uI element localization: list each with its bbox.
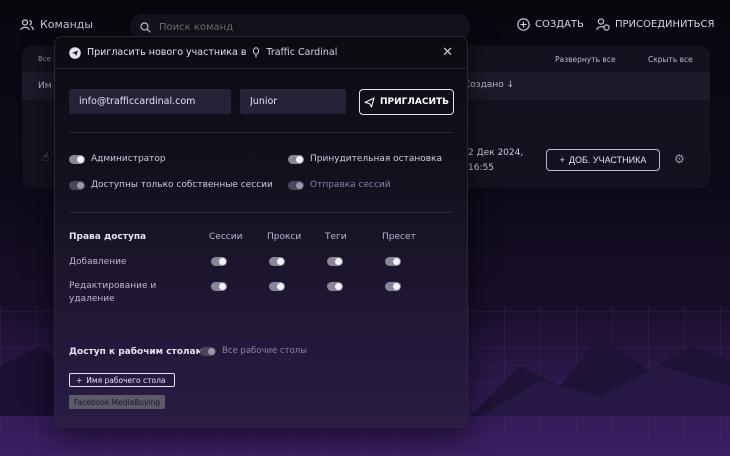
add-workspace-label: Имя рабочего стола: [86, 375, 166, 385]
send-circle-icon: [69, 46, 81, 59]
toggle-edit-sessions[interactable]: [211, 282, 227, 291]
row-created-date: 2 Дек 2024, 16:55: [468, 148, 524, 173]
invite-label: ПРИГЛАСИТЬ: [380, 97, 449, 107]
toggle-edit-proxy[interactable]: [269, 282, 285, 291]
forced-stop-label: Принудительная остановка: [310, 154, 442, 164]
search-icon: [140, 21, 151, 33]
forced-stop-toggle[interactable]: [288, 154, 304, 164]
team-logo-icon: [253, 47, 260, 58]
join-button[interactable]: ПРИСОЕДИНИТЬСЯ: [596, 18, 714, 31]
toggle-add-sessions[interactable]: [211, 257, 227, 266]
invite-button[interactable]: ПРИГЛАСИТЬ: [359, 89, 454, 115]
toggle-add-proxy[interactable]: [269, 257, 285, 266]
join-label: ПРИСОЕДИНИТЬСЯ: [615, 19, 715, 30]
workspace-tag-label: Facebook MediaBuying: [74, 397, 161, 407]
workspaces-title: Доступ к рабочим столам: [69, 347, 203, 357]
option-admin[interactable]: Администратор: [69, 154, 166, 164]
plus-icon: +: [559, 155, 565, 165]
own-sessions-toggle[interactable]: [69, 180, 85, 190]
permissions-row-edit: Редактирование и удаление: [69, 281, 157, 304]
send-sessions-toggle[interactable]: [288, 180, 304, 190]
create-button[interactable]: СОЗДАТЬ: [517, 18, 584, 31]
user-join-icon: [596, 18, 610, 31]
modal-team-name: Traffic Cardinal: [266, 47, 338, 58]
close-icon[interactable]: ✕: [442, 45, 453, 60]
toggle-add-tags[interactable]: [327, 257, 343, 266]
collapse-all-link[interactable]: Скрыть все: [648, 55, 693, 64]
option-send-sessions[interactable]: Отправка сессий: [288, 180, 391, 190]
add-member-label: ДОБ. УЧАСТНИКА: [568, 155, 647, 165]
filter-all[interactable]: Все: [38, 55, 51, 63]
teams-nav[interactable]: Команды: [20, 18, 93, 31]
permissions-col-sessions: Сессии: [209, 232, 243, 242]
toggle-add-preset[interactable]: [385, 257, 401, 266]
all-workspaces-label: Все рабочие столы: [222, 346, 307, 356]
send-sessions-label: Отправка сессий: [310, 180, 391, 190]
create-label: СОЗДАТЬ: [535, 19, 584, 30]
option-own-sessions[interactable]: Доступны только собственные сессии: [69, 180, 273, 190]
add-member-button[interactable]: + ДОБ. УЧАСТНИКА: [546, 149, 660, 171]
workspace-tag[interactable]: Facebook MediaBuying: [69, 395, 166, 409]
option-forced-stop[interactable]: Принудительная остановка: [288, 154, 442, 164]
teams-label: Команды: [40, 18, 94, 31]
all-workspaces-toggle[interactable]: [200, 346, 216, 356]
column-name[interactable]: Им: [38, 81, 52, 91]
admin-label: Администратор: [91, 154, 166, 164]
toggle-edit-tags[interactable]: [327, 282, 343, 291]
plus-circle-icon: [517, 18, 530, 31]
modal-title: Пригласить нового участника в: [87, 47, 247, 58]
search-input[interactable]: [159, 21, 439, 33]
send-icon: [364, 96, 375, 108]
users-icon: [20, 18, 34, 30]
invite-modal: Пригласить нового участника в Traffic Ca…: [54, 36, 468, 428]
own-sessions-label: Доступны только собственные сессии: [91, 180, 273, 190]
drag-handle-icon[interactable]: ☝: [42, 150, 49, 164]
permissions-row-add: Добавление: [69, 257, 127, 267]
option-all-workspaces[interactable]: Все рабочие столы: [200, 346, 307, 356]
admin-toggle[interactable]: [69, 154, 85, 164]
add-workspace-button[interactable]: + Имя рабочего стола: [69, 373, 175, 387]
role-field[interactable]: [240, 89, 346, 114]
expand-all-link[interactable]: Развернуть все: [555, 55, 616, 64]
permissions-col-preset: Пресет: [382, 232, 416, 242]
plus-icon: +: [76, 375, 83, 385]
permissions-col-tags: Теги: [325, 232, 347, 242]
divider: [69, 132, 453, 133]
email-field[interactable]: [69, 89, 231, 114]
permissions-title: Права доступа: [69, 232, 147, 242]
modal-header: Пригласить нового участника в Traffic Ca…: [55, 37, 467, 69]
permissions-col-proxy: Прокси: [267, 232, 302, 242]
column-created[interactable]: Создано ↓: [464, 80, 514, 90]
divider: [69, 212, 453, 213]
toggle-edit-preset[interactable]: [385, 282, 401, 291]
gear-icon[interactable]: ⚙: [674, 152, 685, 166]
